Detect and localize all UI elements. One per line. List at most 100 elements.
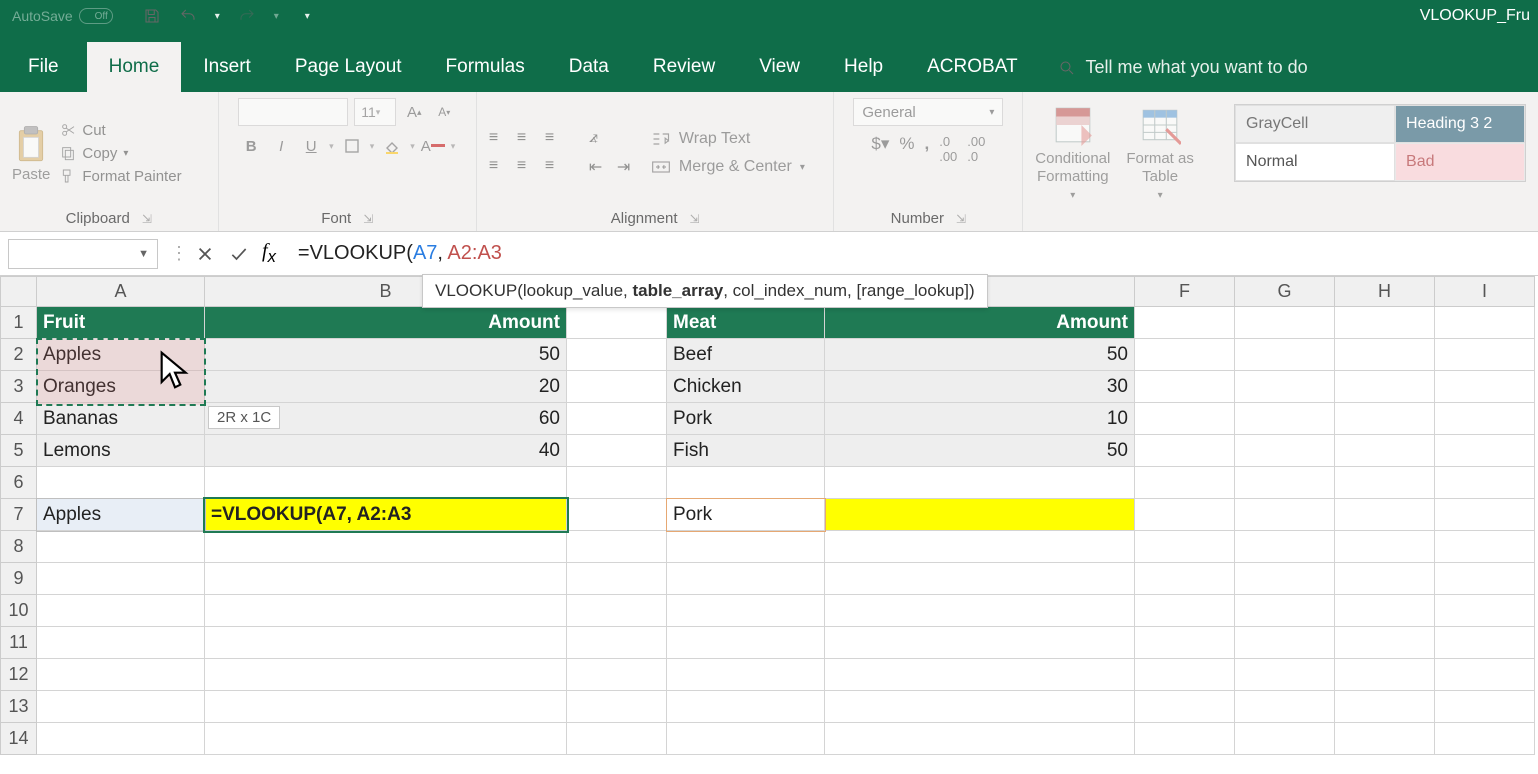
select-all-corner[interactable] — [1, 277, 37, 307]
cancel-formula-button[interactable] — [188, 239, 222, 269]
cell-e5[interactable]: 50 — [825, 435, 1135, 467]
number-format-combo[interactable]: General ▾ — [853, 98, 1003, 126]
decrease-decimal-icon[interactable]: .00.0 — [967, 134, 985, 164]
style-normal[interactable]: Normal — [1235, 143, 1395, 181]
clipboard-launcher-icon[interactable]: ⇲ — [142, 212, 152, 226]
bold-button[interactable]: B — [239, 134, 263, 158]
cut-button[interactable]: Cut — [60, 122, 181, 139]
tab-page-layout[interactable]: Page Layout — [273, 42, 424, 92]
autosave-toggle[interactable]: AutoSave Off — [0, 8, 125, 24]
cell-b2[interactable]: 50 — [205, 339, 567, 371]
cell-a2[interactable]: Apples — [37, 339, 205, 371]
fx-icon[interactable]: fx — [262, 240, 276, 267]
qat-customize-icon[interactable]: ▾ — [305, 11, 310, 22]
cell-a7[interactable]: Apples — [37, 499, 205, 531]
cell-a5[interactable]: Lemons — [37, 435, 205, 467]
cell-b1[interactable]: Amount — [205, 307, 567, 339]
row-header-10[interactable]: 10 — [1, 595, 37, 627]
fill-color-button[interactable] — [380, 134, 404, 158]
font-size-combo[interactable]: 11▾ — [354, 98, 396, 126]
cell-e7[interactable] — [825, 499, 1135, 531]
cell-d1[interactable]: Meat — [667, 307, 825, 339]
style-bad[interactable]: Bad — [1395, 143, 1525, 181]
merge-center-button[interactable]: Merge & Center ▾ — [651, 158, 805, 176]
row-header-8[interactable]: 8 — [1, 531, 37, 563]
accounting-format-icon[interactable]: $▾ — [871, 134, 889, 164]
row-header-12[interactable]: 12 — [1, 659, 37, 691]
save-icon[interactable] — [143, 7, 161, 25]
autosave-switch[interactable]: Off — [79, 8, 113, 24]
cell-f1[interactable] — [1135, 307, 1235, 339]
cell-d5[interactable]: Fish — [667, 435, 825, 467]
cell-a1[interactable]: Fruit — [37, 307, 205, 339]
format-painter-button[interactable]: Format Painter — [60, 168, 181, 185]
align-left-icon[interactable]: ≡ — [489, 157, 513, 177]
increase-decimal-icon[interactable]: .0.00 — [939, 134, 957, 164]
row-header-13[interactable]: 13 — [1, 691, 37, 723]
tab-insert[interactable]: Insert — [181, 42, 273, 92]
percent-format-icon[interactable]: % — [899, 134, 914, 164]
col-header-g[interactable]: G — [1235, 277, 1335, 307]
col-header-f[interactable]: F — [1135, 277, 1235, 307]
undo-dropdown-icon[interactable]: ▾ — [215, 11, 220, 22]
cell-d2[interactable]: Beef — [667, 339, 825, 371]
decrease-indent-icon[interactable]: ⇤ — [589, 157, 613, 177]
font-launcher-icon[interactable]: ⇲ — [363, 212, 373, 226]
undo-icon[interactable] — [179, 7, 197, 25]
name-box[interactable]: ▼ — [8, 239, 158, 269]
cell-b5[interactable]: 40 — [205, 435, 567, 467]
row-header-11[interactable]: 11 — [1, 627, 37, 659]
cell-d7[interactable]: Pork — [667, 499, 825, 531]
paste-button[interactable]: Paste — [12, 124, 50, 183]
cell-a4[interactable]: Bananas — [37, 403, 205, 435]
formula-input[interactable]: =VLOOKUP(A7, A2:A3 — [290, 242, 1538, 265]
col-header-a[interactable]: A — [37, 277, 205, 307]
chevron-down-icon[interactable]: ▾ — [123, 148, 128, 159]
row-header-3[interactable]: 3 — [1, 371, 37, 403]
borders-button[interactable] — [340, 134, 364, 158]
col-header-i[interactable]: I — [1435, 277, 1535, 307]
comma-format-icon[interactable]: , — [924, 134, 929, 164]
cell-b3[interactable]: 20 — [205, 371, 567, 403]
increase-indent-icon[interactable]: ⇥ — [617, 157, 641, 177]
cell-d4[interactable]: Pork — [667, 403, 825, 435]
format-as-table-button[interactable]: Format as Table ▾ — [1126, 104, 1194, 202]
alignment-launcher-icon[interactable]: ⇲ — [690, 212, 700, 226]
font-color-button[interactable]: A — [421, 134, 445, 158]
increase-font-icon[interactable]: A▴ — [402, 100, 426, 124]
cell-c1[interactable] — [567, 307, 667, 339]
redo-icon[interactable] — [238, 7, 256, 25]
redo-dropdown-icon[interactable]: ▾ — [274, 11, 279, 22]
tab-view[interactable]: View — [737, 42, 822, 92]
orientation-icon[interactable]: ⦨ — [589, 129, 613, 149]
cell-a3[interactable]: Oranges — [37, 371, 205, 403]
align-right-icon[interactable]: ≡ — [545, 157, 569, 177]
copy-button[interactable]: Copy ▾ — [60, 145, 181, 162]
row-header-14[interactable]: 14 — [1, 723, 37, 755]
tab-review[interactable]: Review — [631, 42, 737, 92]
align-middle-icon[interactable]: ≡ — [517, 129, 541, 149]
tab-formulas[interactable]: Formulas — [424, 42, 547, 92]
cell-b7[interactable]: =VLOOKUP(A7, A2:A3 — [205, 499, 567, 531]
cell-e4[interactable]: 10 — [825, 403, 1135, 435]
italic-button[interactable]: I — [269, 134, 293, 158]
align-center-icon[interactable]: ≡ — [517, 157, 541, 177]
style-heading[interactable]: Heading 3 2 — [1395, 105, 1525, 143]
wrap-text-button[interactable]: Wrap Text — [651, 130, 805, 148]
cell-e3[interactable]: 30 — [825, 371, 1135, 403]
row-header-2[interactable]: 2 — [1, 339, 37, 371]
row-header-6[interactable]: 6 — [1, 467, 37, 499]
tab-file[interactable]: File — [0, 42, 87, 92]
chevron-down-icon[interactable]: ▼ — [138, 248, 149, 260]
cell-d3[interactable]: Chicken — [667, 371, 825, 403]
cell-styles-gallery[interactable]: GrayCell Heading 3 2 Normal Bad — [1234, 104, 1526, 182]
row-header-5[interactable]: 5 — [1, 435, 37, 467]
tab-data[interactable]: Data — [547, 42, 631, 92]
tab-acrobat[interactable]: ACROBAT — [905, 42, 1039, 92]
font-family-combo[interactable] — [238, 98, 348, 126]
number-launcher-icon[interactable]: ⇲ — [956, 212, 966, 226]
row-header-1[interactable]: 1 — [1, 307, 37, 339]
enter-formula-button[interactable] — [222, 239, 256, 269]
row-header-4[interactable]: 4 — [1, 403, 37, 435]
tab-home[interactable]: Home — [87, 42, 182, 92]
